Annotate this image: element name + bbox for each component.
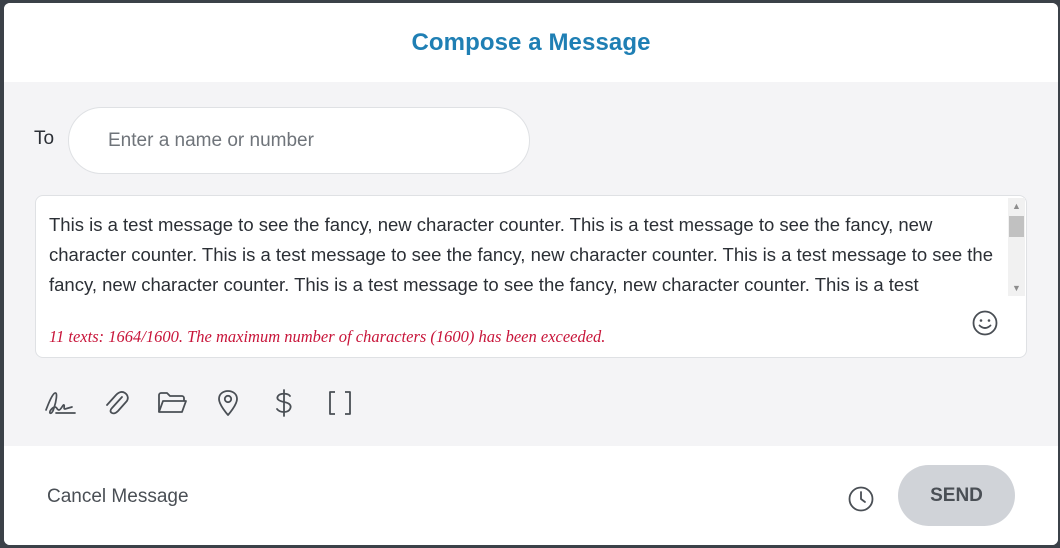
to-label: To	[34, 128, 55, 149]
scroll-thumb[interactable]	[1009, 216, 1024, 237]
scroll-up-arrow-icon[interactable]: ▲	[1008, 198, 1025, 214]
dialog-header: Compose a Message	[4, 3, 1058, 82]
folder-icon[interactable]	[154, 385, 190, 421]
recipient-row: To	[4, 107, 1058, 174]
character-counter: 11 texts: 1664/1600. The maximum number …	[49, 327, 606, 346]
attachment-toolbar	[42, 385, 378, 421]
clock-icon[interactable]	[847, 485, 875, 513]
location-pin-icon[interactable]	[210, 385, 246, 421]
signature-icon[interactable]	[42, 385, 78, 421]
emoji-icon[interactable]	[971, 309, 999, 337]
message-scrollbar[interactable]: ▲ ▼	[1008, 198, 1025, 296]
compose-message-dialog: Compose a Message To This is a test mess…	[4, 3, 1058, 545]
send-button[interactable]: SEND	[898, 465, 1015, 526]
scroll-down-arrow-icon[interactable]: ▼	[1008, 280, 1025, 296]
message-box[interactable]: This is a test message to see the fancy,…	[35, 195, 1027, 358]
message-text[interactable]: This is a test message to see the fancy,…	[49, 210, 999, 300]
recipient-input[interactable]	[68, 107, 530, 174]
paperclip-icon[interactable]	[98, 385, 134, 421]
dialog-footer: Cancel Message SEND	[4, 446, 1058, 545]
dialog-title: Compose a Message	[411, 28, 651, 56]
dialog-body: To This is a test message to see the fan…	[4, 82, 1058, 446]
brackets-icon[interactable]	[322, 385, 358, 421]
dollar-icon[interactable]	[266, 385, 302, 421]
cancel-message-button[interactable]: Cancel Message	[47, 486, 189, 508]
